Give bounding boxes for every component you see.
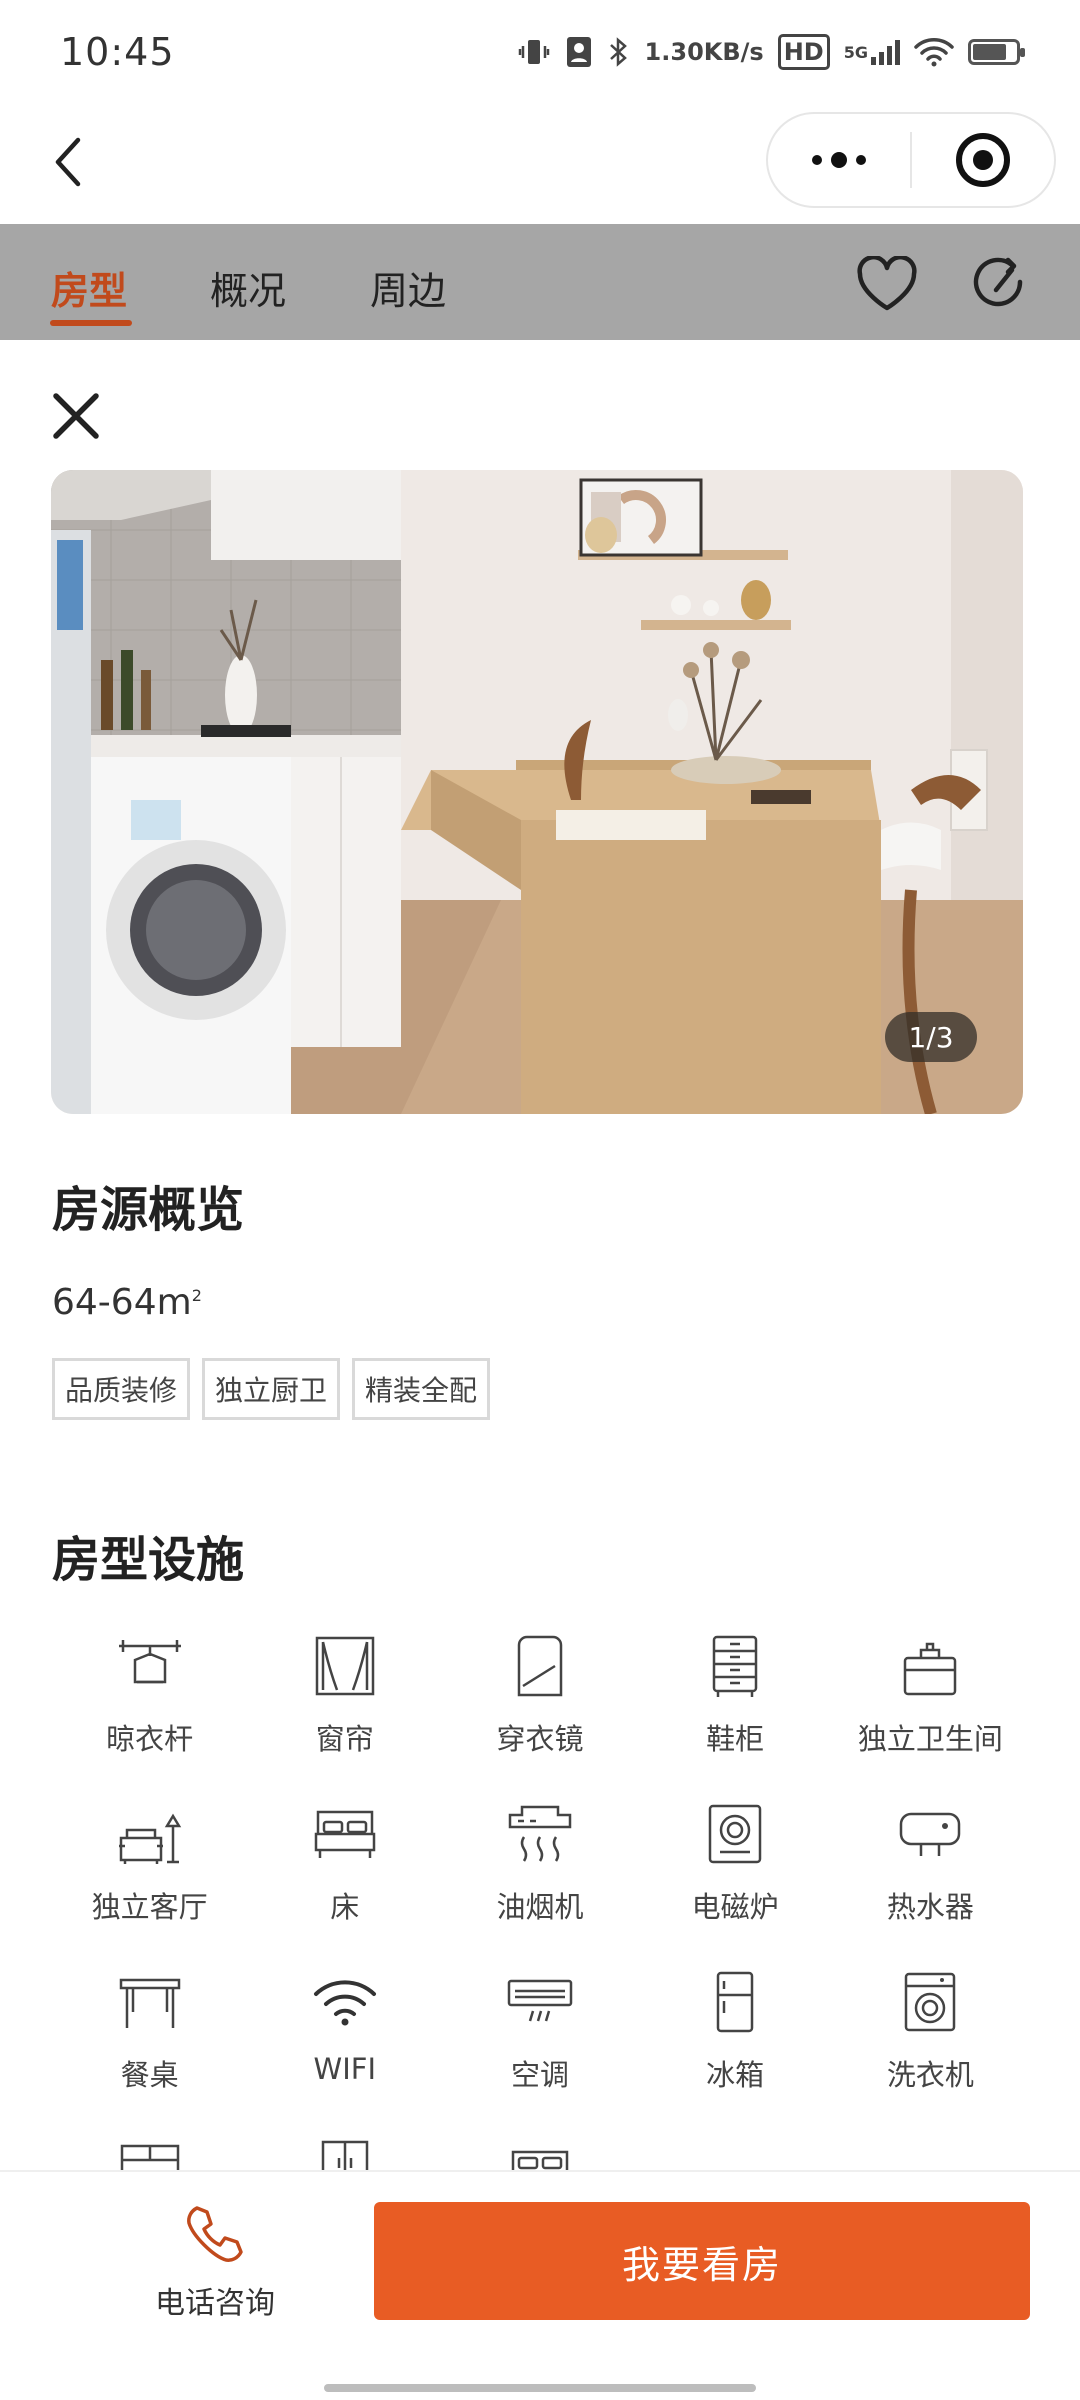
close-mini-program-button[interactable]: [912, 114, 1054, 206]
more-dots-icon: [812, 152, 866, 168]
back-button[interactable]: [38, 130, 102, 194]
share-icon: [973, 257, 1023, 307]
dining-table-icon: [114, 1966, 186, 2038]
facility-item: 餐桌: [52, 1966, 247, 2100]
feature-tag: 独立厨卫: [202, 1358, 341, 1420]
area-unit-sup: 2: [191, 1286, 202, 1305]
status-bar: 10:45 1.30 KB/s HD 5G: [0, 0, 1080, 110]
area-text: 64-64m: [52, 1282, 192, 1323]
curtain-icon: [309, 1630, 381, 1702]
status-time: 10:45: [60, 30, 175, 74]
chevron-left-icon: [55, 137, 81, 187]
facility-item: WIFI: [247, 1966, 442, 2100]
feature-tag: 品质装修: [52, 1358, 191, 1420]
battery-fill: [973, 44, 1006, 60]
facility-item: 电磁炉: [638, 1798, 833, 1932]
tab-bar: 房型 概况 周边: [0, 224, 1080, 340]
facility-label: 热水器: [886, 1890, 974, 1924]
close-icon: [53, 393, 99, 439]
facility-label: 鞋柜: [706, 1722, 765, 1756]
induction-cooker-icon: [699, 1798, 771, 1870]
facility-item: 油烟机: [442, 1798, 637, 1932]
facility-label: 窗帘: [315, 1722, 374, 1756]
mini-program-capsule: [766, 112, 1056, 208]
facility-item: 窗帘: [247, 1630, 442, 1764]
feature-tags: 品质装修 独立厨卫 精装全配: [52, 1358, 491, 1420]
facility-label: 洗衣机: [886, 2058, 974, 2092]
tab-room-type[interactable]: 房型: [51, 260, 127, 315]
wifi-status-icon: [914, 37, 954, 67]
clothes-rack-icon: [114, 1630, 186, 1702]
tab-overview[interactable]: 概况: [210, 260, 286, 315]
facility-label: 电磁炉: [691, 1890, 779, 1924]
nav-bar: [0, 110, 1080, 224]
home-indicator[interactable]: [324, 2384, 756, 2392]
mirror-icon: [504, 1630, 576, 1702]
facility-label: 独立客厅: [91, 1890, 208, 1924]
signal-label: 5G: [843, 42, 868, 62]
water-heater-icon: [894, 1798, 966, 1870]
bed-icon: [309, 1798, 381, 1870]
facility-item: 鞋柜: [638, 1630, 833, 1764]
facility-label: 穿衣镜: [496, 1722, 584, 1756]
tab-surroundings[interactable]: 周边: [370, 260, 446, 315]
net-speed-value: 1.30: [644, 38, 704, 66]
room-type-sheet: 1/3 房源概览 64-64m2 品质装修 独立厨卫 精装全配 房型设施 晾衣杆…: [0, 340, 1080, 2400]
net-speed-unit: KB/s: [703, 38, 764, 66]
phone-consult-button[interactable]: 电话咨询: [140, 2202, 290, 2322]
bottom-action-bar: 电话咨询 我要看房: [0, 2170, 1080, 2400]
signal-5g-icon: 5G: [844, 39, 900, 65]
contact-icon: [565, 35, 593, 69]
facility-item: 独立客厅: [52, 1798, 247, 1932]
facility-label: WIFI: [313, 2052, 377, 2086]
feature-tag: 精装全配: [352, 1358, 491, 1420]
facility-label: 冰箱: [706, 2058, 765, 2092]
phone-icon: [187, 2206, 243, 2262]
living-room-icon: [114, 1798, 186, 1870]
overview-title: 房源概览: [52, 1182, 245, 1238]
facility-item: 床: [247, 1798, 442, 1932]
facility-item: 晾衣杆: [52, 1630, 247, 1764]
facility-item: 空调: [442, 1966, 637, 2100]
facility-item: 冰箱: [638, 1966, 833, 2100]
air-conditioner-icon: [504, 1966, 576, 2038]
net-speed: 1.30 KB/s: [644, 38, 764, 66]
favorite-button[interactable]: [855, 252, 919, 316]
shoe-cabinet-icon: [699, 1630, 771, 1702]
target-circle-icon: [956, 133, 1010, 187]
facility-item: 热水器: [833, 1798, 1028, 1932]
room-photo[interactable]: 1/3: [51, 470, 1023, 1114]
facility-label: 独立卫生间: [857, 1722, 1003, 1756]
facility-label: 餐桌: [120, 2058, 179, 2092]
facility-label: 空调: [510, 2058, 569, 2092]
facilities-title: 房型设施: [52, 1532, 245, 1588]
more-button[interactable]: [768, 114, 910, 206]
share-button[interactable]: [968, 252, 1032, 316]
fridge-icon: [699, 1966, 771, 2038]
book-viewing-button[interactable]: 我要看房: [374, 2202, 1030, 2320]
heart-icon: [857, 256, 917, 311]
facility-label: 床: [330, 1890, 360, 1924]
area-value: 64-64m2: [52, 1282, 202, 1323]
status-icons: 1.30 KB/s HD 5G: [517, 34, 1025, 70]
hd-badge: HD: [777, 34, 830, 70]
room-photo-image: [51, 470, 1023, 1114]
tab-active-indicator: [50, 320, 132, 326]
close-sheet-button[interactable]: [46, 386, 106, 446]
facility-item: 洗衣机: [833, 1966, 1028, 2100]
wifi-icon: [309, 1966, 381, 2038]
bluetooth-icon: [607, 35, 631, 69]
facility-item: 独立卫生间: [833, 1630, 1028, 1764]
toilet-icon: [894, 1630, 966, 1702]
photo-counter: 1/3: [885, 1012, 977, 1062]
vibrate-icon: [517, 35, 551, 69]
battery-icon: [968, 39, 1025, 65]
facility-label: 晾衣杆: [106, 1722, 194, 1756]
range-hood-icon: [504, 1798, 576, 1870]
facility-item: 穿衣镜: [442, 1630, 637, 1764]
washing-machine-icon: [894, 1966, 966, 2038]
facility-label: 油烟机: [496, 1890, 584, 1924]
phone-consult-label: 电话咨询: [155, 2286, 275, 2321]
